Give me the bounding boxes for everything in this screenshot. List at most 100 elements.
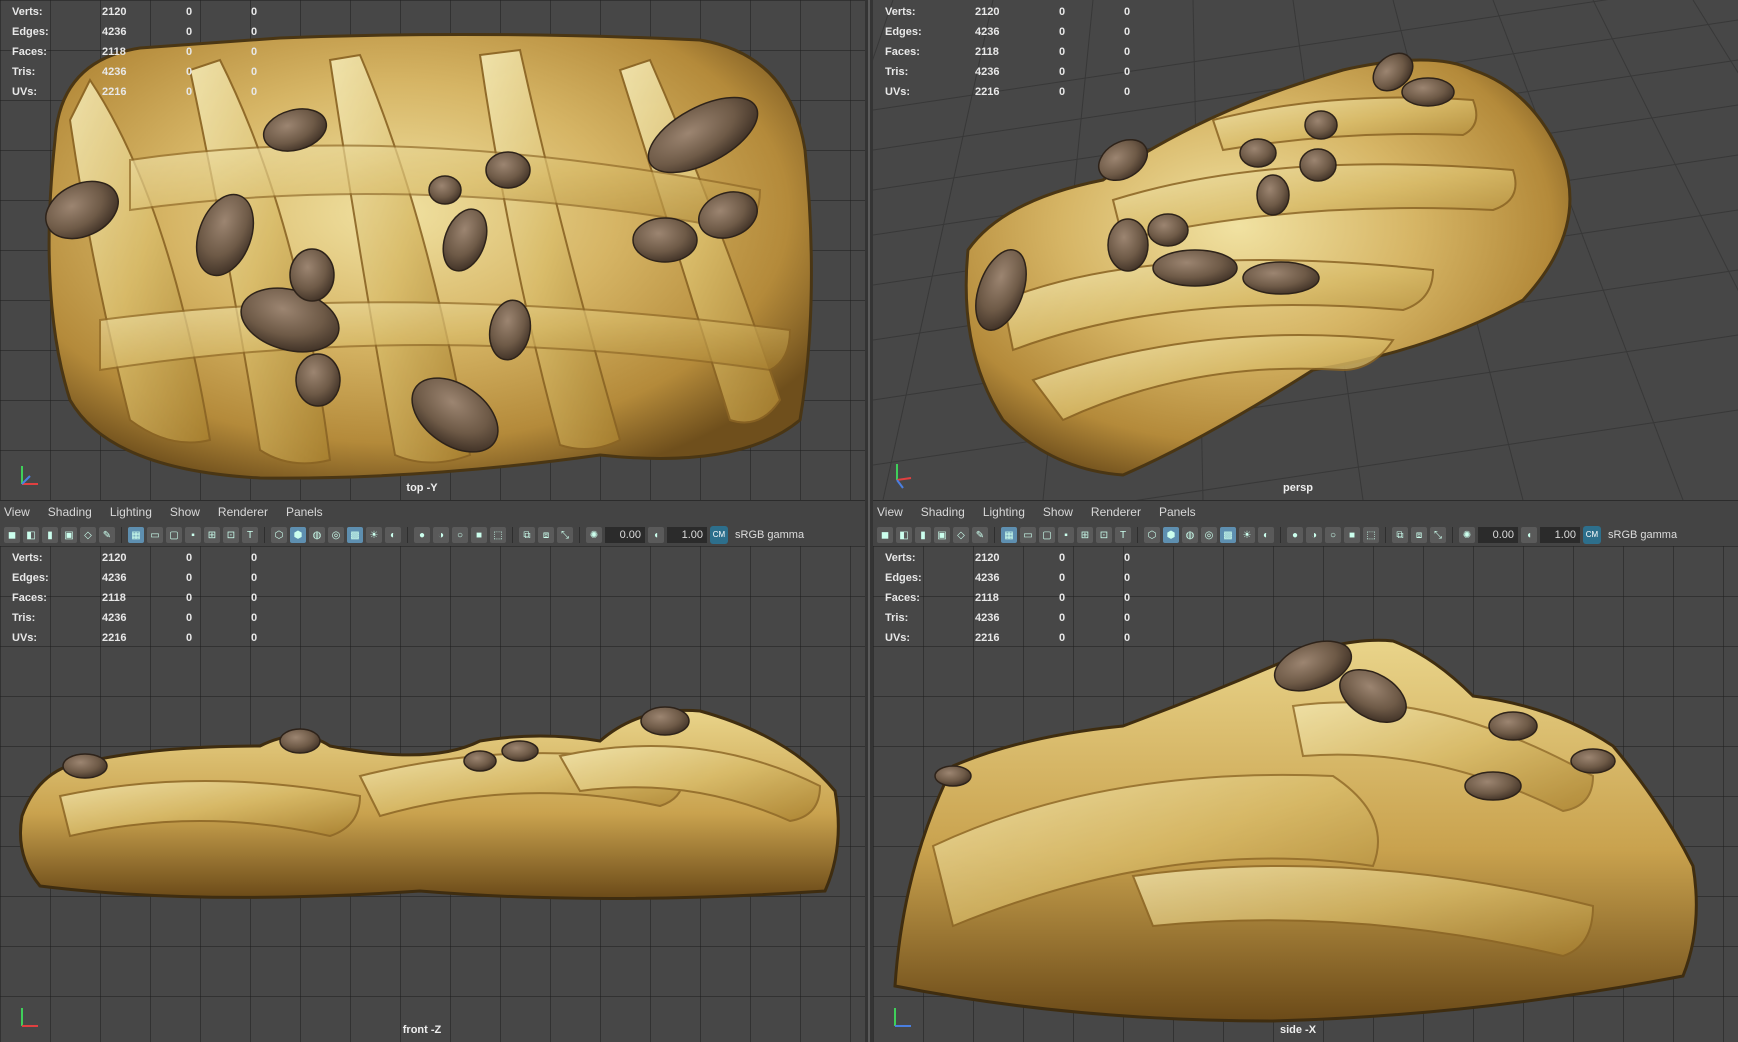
camera-icon[interactable]: ◼ xyxy=(4,527,20,543)
camera-icon[interactable]: ◼ xyxy=(877,527,893,543)
safe-title-icon[interactable]: T xyxy=(1115,527,1131,543)
menu-panels[interactable]: Panels xyxy=(1159,505,1196,519)
gamma-field[interactable]: 1.00 xyxy=(667,527,707,543)
wireframe-on-shaded-icon[interactable]: ◍ xyxy=(1182,527,1198,543)
film-gate-icon[interactable]: ◇ xyxy=(80,527,96,543)
gate-mask-icon[interactable]: ▪ xyxy=(1058,527,1074,543)
textured-icon[interactable]: ◎ xyxy=(1201,527,1217,543)
use-all-lights-icon[interactable]: ▩ xyxy=(347,527,363,543)
menu-view[interactable]: View xyxy=(4,505,30,519)
viewport-divider[interactable] xyxy=(865,0,873,1042)
exposure-icon[interactable]: ✺ xyxy=(586,527,602,543)
anti-aliasing-icon[interactable]: ◑ xyxy=(1306,527,1322,543)
depth-of-field-icon[interactable]: ○ xyxy=(1325,527,1341,543)
color-management-icon[interactable]: CM xyxy=(710,526,728,544)
field-chart-icon[interactable]: ⊞ xyxy=(1077,527,1093,543)
camera-attributes-icon[interactable]: ◧ xyxy=(896,527,912,543)
motion-blur-icon[interactable]: ● xyxy=(1287,527,1303,543)
resolution-gate-icon[interactable]: ▢ xyxy=(1039,527,1055,543)
hud-value: 0 xyxy=(186,26,193,38)
film-icon[interactable]: ▭ xyxy=(147,527,163,543)
hud-row-uvs: UVs: 2216 0 0 xyxy=(883,82,1143,102)
hud-value: 0 xyxy=(1059,26,1066,38)
xray-joints-icon[interactable]: ⧉ xyxy=(1392,527,1408,543)
xray-icon[interactable]: ⬚ xyxy=(490,527,506,543)
anti-aliasing-icon[interactable]: ◑ xyxy=(433,527,449,543)
grid-icon[interactable]: ▦ xyxy=(1001,527,1017,543)
menu-renderer[interactable]: Renderer xyxy=(1091,505,1141,519)
exposure-icon[interactable]: ✺ xyxy=(1459,527,1475,543)
safe-title-icon[interactable]: T xyxy=(242,527,258,543)
ambient-occlusion-icon[interactable]: ◐ xyxy=(385,527,401,543)
viewport-side[interactable]: Verts: 2120 0 0 Edges: 4236 0 0 Faces: 2118 0 0 T… xyxy=(873,546,1738,1042)
hud-row-faces: Faces: 2118 0 0 xyxy=(883,42,1143,62)
wireframe-icon[interactable]: ⬡ xyxy=(1144,527,1160,543)
pencil-icon[interactable]: ✎ xyxy=(99,527,115,543)
menu-panels[interactable]: Panels xyxy=(286,505,323,519)
grid-icon[interactable]: ▦ xyxy=(128,527,144,543)
isolate-select-icon[interactable]: ■ xyxy=(1344,527,1360,543)
safe-action-icon[interactable]: ⊡ xyxy=(1096,527,1112,543)
color-space-label[interactable]: sRGB gamma xyxy=(1608,529,1677,541)
exposure-field[interactable]: 0.00 xyxy=(1478,527,1518,543)
exposure-field[interactable]: 0.00 xyxy=(605,527,645,543)
menu-show[interactable]: Show xyxy=(170,505,200,519)
viewport-persp[interactable]: Verts: 2120 0 0 Edges: 4236 0 0 Faces: 2118 0 0 T… xyxy=(873,0,1738,500)
camera-attributes-icon[interactable]: ◧ xyxy=(23,527,39,543)
menu-renderer[interactable]: Renderer xyxy=(218,505,268,519)
menu-lighting[interactable]: Lighting xyxy=(983,505,1025,519)
viewport-front[interactable]: Verts: 2120 0 0 Edges: 4236 0 0 Faces: 2118 0 0 T… xyxy=(0,546,865,1042)
shadows-icon[interactable]: ☀ xyxy=(366,527,382,543)
hud-row-uvs: UVs: 2216 0 0 xyxy=(10,628,270,648)
film-icon[interactable]: ▭ xyxy=(1020,527,1036,543)
safe-action-icon[interactable]: ⊡ xyxy=(223,527,239,543)
field-chart-icon[interactable]: ⊞ xyxy=(204,527,220,543)
bookmark-icon[interactable]: ▮ xyxy=(915,527,931,543)
image-plane-icon[interactable]: ▣ xyxy=(61,527,77,543)
poly-count-hud: Verts: 2120 0 0 Edges: 4236 0 0 Faces: 2118 0 0 T… xyxy=(10,548,270,648)
color-management-icon[interactable]: CM xyxy=(1583,526,1601,544)
film-gate-icon[interactable]: ◇ xyxy=(953,527,969,543)
toolbar-separator xyxy=(1452,527,1453,543)
hud-value: 2216 xyxy=(102,632,127,644)
menu-lighting[interactable]: Lighting xyxy=(110,505,152,519)
use-all-lights-icon[interactable]: ▩ xyxy=(1220,527,1236,543)
backface-culling-icon[interactable]: ⤡ xyxy=(557,527,573,543)
xray-active-icon[interactable]: ⧈ xyxy=(1411,527,1427,543)
depth-of-field-icon[interactable]: ○ xyxy=(452,527,468,543)
gate-mask-icon[interactable]: ▪ xyxy=(185,527,201,543)
hud-value: 0 xyxy=(186,86,193,98)
hud-label: Edges: xyxy=(885,572,922,584)
wireframe-on-shaded-icon[interactable]: ◍ xyxy=(309,527,325,543)
smooth-shade-icon[interactable]: ⬢ xyxy=(290,527,306,543)
menu-shading[interactable]: Shading xyxy=(921,505,965,519)
xray-joints-icon[interactable]: ⧉ xyxy=(519,527,535,543)
color-space-label[interactable]: sRGB gamma xyxy=(735,529,804,541)
ambient-occlusion-icon[interactable]: ◐ xyxy=(1258,527,1274,543)
hud-value: 2120 xyxy=(102,552,127,564)
resolution-gate-icon[interactable]: ▢ xyxy=(166,527,182,543)
camera-label: top -Y xyxy=(406,482,438,494)
isolate-select-icon[interactable]: ■ xyxy=(471,527,487,543)
viewport-top[interactable]: Verts: 2120 0 0 Edges: 4236 0 0 Faces: 2118 0 0 T… xyxy=(0,0,865,500)
textured-icon[interactable]: ◎ xyxy=(328,527,344,543)
motion-blur-icon[interactable]: ● xyxy=(414,527,430,543)
menu-show[interactable]: Show xyxy=(1043,505,1073,519)
hud-value: 0 xyxy=(251,612,258,624)
smooth-shade-icon[interactable]: ⬢ xyxy=(1163,527,1179,543)
gamma-field[interactable]: 1.00 xyxy=(1540,527,1580,543)
xray-active-icon[interactable]: ⧈ xyxy=(538,527,554,543)
shadows-icon[interactable]: ☀ xyxy=(1239,527,1255,543)
hud-value: 4236 xyxy=(975,572,1000,584)
backface-culling-icon[interactable]: ⤡ xyxy=(1430,527,1446,543)
xray-icon[interactable]: ⬚ xyxy=(1363,527,1379,543)
pencil-icon[interactable]: ✎ xyxy=(972,527,988,543)
menu-shading[interactable]: Shading xyxy=(48,505,92,519)
bookmark-icon[interactable]: ▮ xyxy=(42,527,58,543)
hud-row-verts: Verts: 2120 0 0 xyxy=(10,548,270,568)
menu-view[interactable]: View xyxy=(877,505,903,519)
gamma-icon[interactable]: ◖ xyxy=(648,527,664,543)
wireframe-icon[interactable]: ⬡ xyxy=(271,527,287,543)
gamma-icon[interactable]: ◖ xyxy=(1521,527,1537,543)
image-plane-icon[interactable]: ▣ xyxy=(934,527,950,543)
